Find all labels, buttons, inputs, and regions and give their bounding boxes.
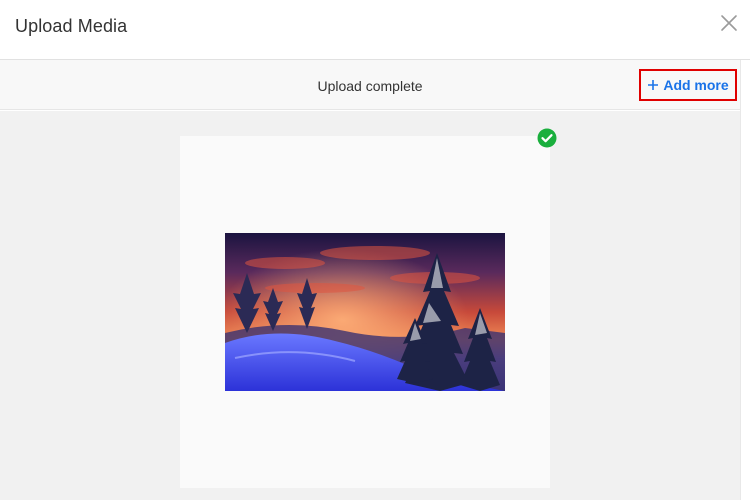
upload-success-check-icon	[537, 128, 557, 148]
media-area	[0, 111, 740, 500]
dialog-header: Upload Media	[0, 0, 750, 60]
close-icon	[721, 15, 737, 31]
plus-icon	[648, 80, 659, 90]
dialog-title: Upload Media	[15, 16, 128, 36]
add-more-button[interactable]: Add more	[639, 69, 737, 101]
media-card[interactable]	[180, 136, 550, 488]
close-button[interactable]	[720, 14, 738, 32]
scrollbar[interactable]	[740, 60, 750, 500]
add-more-label: Add more	[663, 77, 729, 93]
winter-landscape-image	[225, 233, 505, 391]
upload-toolbar: Upload complete Add more	[0, 60, 740, 110]
upload-status-text: Upload complete	[317, 78, 423, 94]
upload-media-dialog: Upload Media Upload complete Add more	[0, 0, 750, 500]
